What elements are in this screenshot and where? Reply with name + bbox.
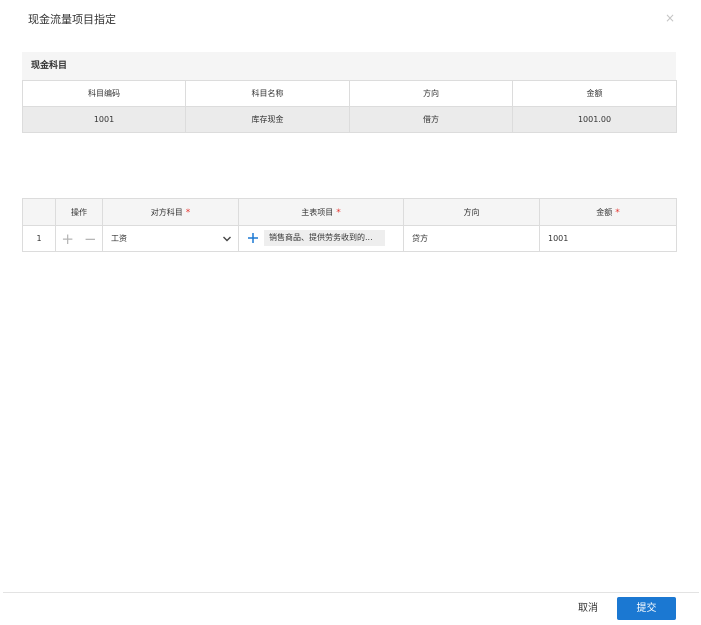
footer-divider [3, 592, 699, 593]
counter-account-select[interactable]: 工资 [102, 225, 239, 252]
row-operations: + − [55, 225, 103, 252]
column-header-operation: 操作 [55, 198, 103, 226]
row-amount-input[interactable]: 1001 [539, 225, 677, 252]
submit-button[interactable]: 提交 [617, 597, 676, 620]
close-icon[interactable]: × [663, 10, 677, 26]
required-mark: * [336, 207, 341, 218]
add-row-icon[interactable]: + [61, 231, 74, 246]
column-header-code: 科目编码 [22, 80, 186, 107]
required-mark: * [185, 207, 191, 218]
required-mark: * [615, 207, 620, 218]
row-direction: 贷方 [403, 225, 540, 252]
main-item-tag[interactable]: 销售商品、提供劳务收到的... [264, 230, 385, 246]
column-header-main-item: 主表项目 * [238, 198, 404, 226]
column-header-amount: 金额 * [539, 198, 677, 226]
cell-name: 库存现金 [185, 106, 350, 133]
column-header-direction: 方向 [349, 80, 513, 107]
cell-code: 1001 [22, 106, 186, 133]
cash-account-section: 现金科目 科目编码 科目名称 方向 金额 1001 库存现金 借方 1001.0… [22, 52, 677, 133]
cell-amount: 1001.00 [512, 106, 677, 133]
cancel-button[interactable]: 取消 [568, 598, 608, 620]
cash-section-header: 现金科目 [22, 52, 676, 80]
cell-direction: 借方 [349, 106, 513, 133]
main-item-wrapper: 销售商品、提供劳务收到的... [239, 226, 403, 251]
main-item-cell: 销售商品、提供劳务收到的... [238, 225, 404, 252]
counter-account-label: 对方科目 [150, 207, 183, 217]
cash-account-table: 科目编码 科目名称 方向 金额 1001 库存现金 借方 1001.00 [22, 80, 677, 133]
table-header-row: 操作 对方科目 * 主表项目 * 方向 金额 * [22, 198, 677, 226]
counter-account-dropdown[interactable]: 工资 [103, 226, 238, 251]
cashflow-dialog: 现金流量项目指定 × 现金科目 科目编码 科目名称 方向 金额 1001 库存现… [0, 0, 701, 625]
add-main-item-icon[interactable] [247, 232, 259, 244]
column-header-index [22, 198, 56, 226]
main-item-label: 主表项目 [301, 207, 334, 217]
counter-account-value: 工资 [111, 234, 127, 243]
amount-label: 金额 [596, 207, 613, 217]
column-header-name: 科目名称 [185, 80, 350, 107]
chevron-down-icon [223, 236, 231, 242]
cashflow-assignment-table: 操作 对方科目 * 主表项目 * 方向 金额 * 1 + − 工资 销售商品、提… [22, 198, 677, 252]
table-row: 1 + − 工资 销售商品、提供劳务收到的... 贷方 1001 [22, 225, 677, 252]
table-header-row: 科目编码 科目名称 方向 金额 [22, 80, 677, 107]
remove-row-icon[interactable]: − [84, 231, 97, 246]
table-row: 1001 库存现金 借方 1001.00 [22, 106, 677, 133]
row-index: 1 [22, 225, 56, 252]
column-header-counter-account: 对方科目 * [102, 198, 239, 226]
dialog-title: 现金流量项目指定 [28, 13, 116, 26]
column-header-amount: 金额 [512, 80, 677, 107]
column-header-direction: 方向 [403, 198, 540, 226]
